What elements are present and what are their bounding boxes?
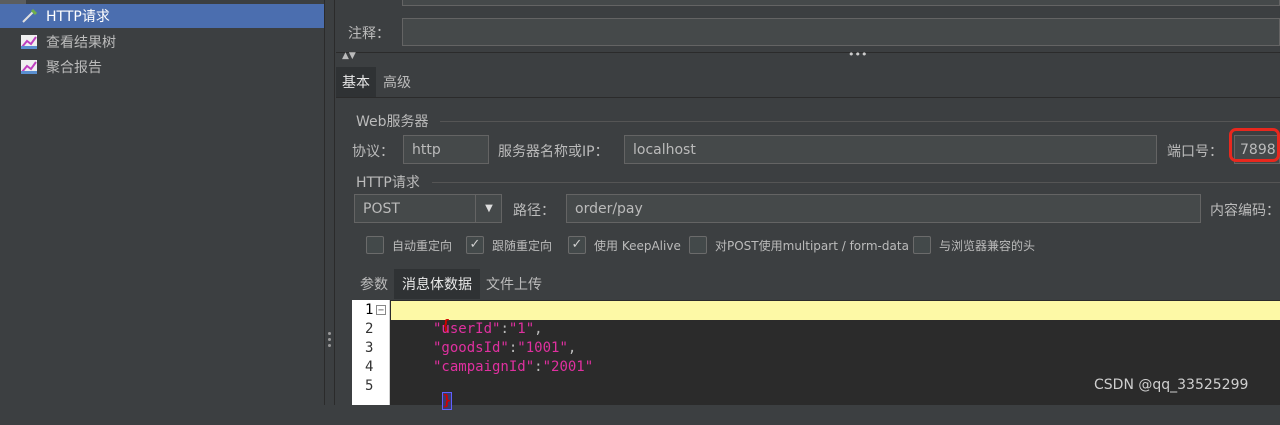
splitter-grip-dot [328,338,331,341]
json-comma: , [534,321,543,337]
chevron-down-icon[interactable]: ▼ [475,195,502,222]
drag-dots-icon[interactable]: ••• [848,48,867,61]
tab-basic[interactable]: 基本 [336,67,376,97]
json-value: "1001" [517,340,568,356]
path-field[interactable]: order/pay [566,194,1201,223]
method-select-value: POST [363,200,400,217]
checkbox-label: 自动重定向 [392,238,453,253]
splitter-grip-dot [328,332,331,335]
line-number: 2 [365,321,374,337]
line-number: 3 [365,340,374,356]
line-number-gutter: 1 − 2 3 4 5 [352,300,390,405]
method-select[interactable]: POST ▼ [354,194,502,223]
json-key: "goodsId" [433,340,509,356]
protocol-field[interactable]: http [403,135,489,164]
collapse-bar[interactable]: ▲▼ ••• [336,48,1280,64]
name-field-partial[interactable] [402,0,1280,6]
tab-parameters-label: 参数 [360,277,388,293]
json-key: "userId" [433,321,501,337]
tree-item-http-request[interactable]: HTTP请求 [0,4,324,28]
code-line: } [391,377,453,425]
tab-body-data-label: 消息体数据 [402,277,472,293]
tab-advanced-label: 高级 [383,75,411,91]
server-label: 服务器名称或IP： [498,144,609,160]
close-brace: } [441,392,453,410]
checkbox-label: 与浏览器兼容的头 [939,238,1036,253]
tree-item-label: HTTP请求 [46,9,110,25]
tree-item-label: 聚合报告 [46,60,102,76]
group-divider [432,182,1280,183]
line-number: 4 [365,359,374,375]
json-comma: , [567,340,577,356]
line-number: 5 [365,378,374,394]
web-server-legend: Web服务器 [356,114,429,130]
json-colon: : [500,321,509,337]
json-colon: : [534,359,543,375]
sampler-panel: 注释： ▲▼ ••• 基本 高级 Web服务器 协议： http 服务器名称或I… [336,0,1280,410]
http-request-legend: HTTP请求 [356,175,420,191]
tab-file-upload-label: 文件上传 [486,277,542,293]
checkbox-label: 对POST使用multipart / form-data [715,238,909,253]
port-label: 端口号： [1167,144,1223,160]
checkbox-follow-redirect[interactable]: ✓ 跟随重定向 [466,236,552,254]
fold-minus-icon[interactable]: − [376,305,386,316]
checkbox-box[interactable]: ✓ [466,236,484,254]
checkbox-auto-redirect[interactable]: 自动重定向 [366,236,452,254]
checkbox-box[interactable] [913,236,931,254]
port-highlight-box [1229,128,1280,162]
tab-advanced[interactable]: 高级 [376,67,418,97]
tab-parameters[interactable]: 参数 [354,269,394,299]
checkbox-label: 使用 KeepAlive [594,238,681,253]
code-line: "goodsId":"1001", [433,340,576,356]
test-plan-tree: HTTP请求 查看结果树 聚合报告 [0,0,324,405]
splitter-grip-dot [328,344,331,347]
content-encoding-label: 内容编码： [1210,203,1280,219]
tab-divider [336,97,1280,98]
current-line-highlight [391,301,1280,320]
tree-item-view-results-tree[interactable]: 查看结果树 [0,30,324,54]
checkbox-box[interactable] [366,236,384,254]
tab-file-upload[interactable]: 文件上传 [480,269,548,299]
json-value: "1" [508,321,535,337]
graph-listener-icon [20,58,38,76]
checkbox-label: 跟随重定向 [492,238,553,253]
tree-item-label: 查看结果树 [46,35,116,51]
checkbox-browser-compatible-headers[interactable]: 与浏览器兼容的头 [913,236,1035,254]
checkbox-multipart[interactable]: 对POST使用multipart / form-data [689,236,909,254]
group-divider [440,121,1280,122]
json-key: "campaignId" [433,359,535,375]
comment-label: 注释： [348,26,390,42]
tab-body-data[interactable]: 消息体数据 [394,269,480,299]
watermark: CSDN @qq_33525299 [1094,377,1249,393]
tab-basic-label: 基本 [342,75,370,91]
comment-field[interactable] [402,18,1280,46]
json-value: "2001" [542,359,594,375]
path-label: 路径： [513,203,555,219]
collapse-arrows-icon[interactable]: ▲▼ [342,51,356,61]
checkbox-keepalive[interactable]: ✓ 使用 KeepAlive [568,236,681,254]
checkbox-box[interactable]: ✓ [568,236,586,254]
server-field[interactable]: localhost [624,135,1157,164]
tree-item-aggregate-report[interactable]: 聚合报告 [0,55,324,79]
graph-listener-icon [20,33,38,51]
protocol-label: 协议： [352,144,394,160]
line-number: 1 [365,302,374,318]
code-line: "campaignId":"2001" [433,359,593,375]
pipette-icon [20,7,38,25]
checkbox-box[interactable] [689,236,707,254]
code-line: "userId":"1", [433,321,543,337]
pane-splitter[interactable] [324,0,335,405]
